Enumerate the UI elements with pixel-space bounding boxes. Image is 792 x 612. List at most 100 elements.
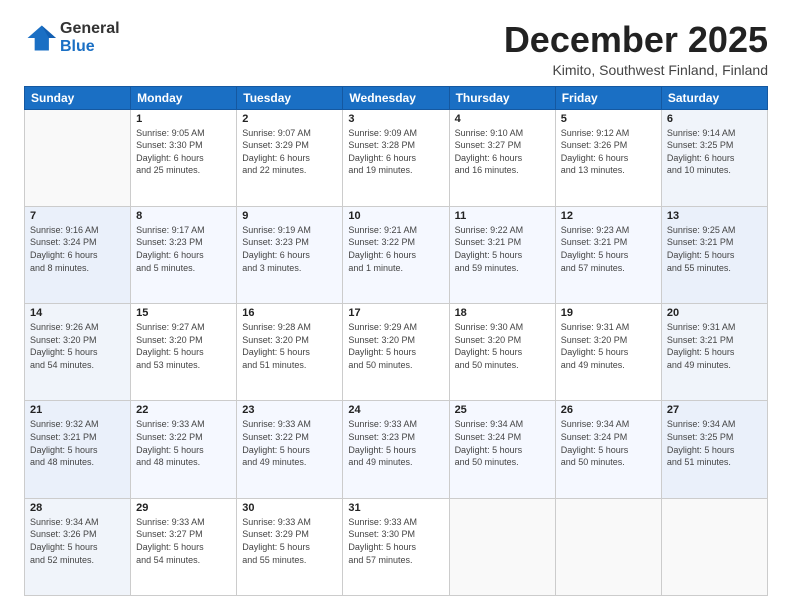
day-number: 23 bbox=[242, 404, 337, 416]
logo: General Blue bbox=[24, 20, 120, 55]
table-row: 23 Sunrise: 9:33 AMSunset: 3:22 PMDayligh… bbox=[237, 401, 343, 498]
day-number: 22 bbox=[136, 404, 231, 416]
table-row: 3Sunrise: 9:09 AMSunset: 3:28 PMDaylight… bbox=[343, 109, 449, 206]
day-number: 27 bbox=[667, 404, 762, 416]
day-info: Sunrise: 9:31 AMSunset: 3:21 PMDaylight:… bbox=[667, 321, 762, 371]
day-number: 29 bbox=[136, 502, 231, 514]
header-sunday: Sunday bbox=[25, 86, 131, 109]
day-info: Sunrise: 9:33 AMSunset: 3:22 PMDaylight:… bbox=[242, 418, 337, 468]
day-info: Sunrise: 9:32 AMSunset: 3:21 PMDaylight:… bbox=[30, 418, 125, 468]
day-number: 4 bbox=[455, 113, 550, 125]
day-info: Sunrise: 9:19 AMSunset: 3:23 PMDaylight:… bbox=[242, 224, 337, 274]
day-number: 13 bbox=[667, 210, 762, 222]
table-row: 14Sunrise: 9:26 AMSunset: 3:20 PMDayligh… bbox=[25, 304, 131, 401]
day-info: Sunrise: 9:34 AMSunset: 3:26 PMDaylight:… bbox=[30, 516, 125, 566]
table-row: 10 Sunrise: 9:21 AMSunset: 3:22 PMDayligh… bbox=[343, 206, 449, 303]
title-block: December 2025 Kimito, Southwest Finland,… bbox=[504, 20, 768, 78]
calendar-week-row: 21 Sunrise: 9:32 AMSunset: 3:21 PMDayligh… bbox=[25, 401, 768, 498]
calendar-header-row: Sunday Monday Tuesday Wednesday Thursday… bbox=[25, 86, 768, 109]
day-number: 28 bbox=[30, 502, 125, 514]
table-row: 21 Sunrise: 9:32 AMSunset: 3:21 PMDayligh… bbox=[25, 401, 131, 498]
day-number: 8 bbox=[136, 210, 231, 222]
table-row bbox=[25, 109, 131, 206]
day-number: 18 bbox=[455, 307, 550, 319]
table-row: 28 Sunrise: 9:34 AMSunset: 3:26 PMDayligh… bbox=[25, 498, 131, 595]
logo-blue-text: Blue bbox=[60, 38, 120, 56]
table-row: 4 Sunrise: 9:10 AMSunset: 3:27 PMDaylight… bbox=[449, 109, 555, 206]
table-row bbox=[661, 498, 767, 595]
day-number: 11 bbox=[455, 210, 550, 222]
day-number: 14 bbox=[30, 307, 125, 319]
table-row: 7 Sunrise: 9:16 AMSunset: 3:24 PMDaylight… bbox=[25, 206, 131, 303]
day-info: Sunrise: 9:22 AMSunset: 3:21 PMDaylight:… bbox=[455, 224, 550, 274]
day-number: 7 bbox=[30, 210, 125, 222]
day-info: Sunrise: 9:34 AMSunset: 3:24 PMDaylight:… bbox=[561, 418, 656, 468]
table-row: 24Sunrise: 9:33 AMSunset: 3:23 PMDayligh… bbox=[343, 401, 449, 498]
day-number: 24 bbox=[348, 404, 443, 416]
day-number: 6 bbox=[667, 113, 762, 125]
table-row: 29 Sunrise: 9:33 AMSunset: 3:27 PMDayligh… bbox=[131, 498, 237, 595]
header-monday: Monday bbox=[131, 86, 237, 109]
table-row: 2Sunrise: 9:07 AMSunset: 3:29 PMDaylight… bbox=[237, 109, 343, 206]
calendar-week-row: 14Sunrise: 9:26 AMSunset: 3:20 PMDayligh… bbox=[25, 304, 768, 401]
day-info: Sunrise: 9:17 AMSunset: 3:23 PMDaylight:… bbox=[136, 224, 231, 274]
table-row: 8 Sunrise: 9:17 AMSunset: 3:23 PMDaylight… bbox=[131, 206, 237, 303]
month-title: December 2025 bbox=[504, 20, 768, 60]
day-number: 12 bbox=[561, 210, 656, 222]
logo-text: General Blue bbox=[60, 20, 120, 55]
day-number: 26 bbox=[561, 404, 656, 416]
day-info: Sunrise: 9:23 AMSunset: 3:21 PMDaylight:… bbox=[561, 224, 656, 274]
day-number: 9 bbox=[242, 210, 337, 222]
calendar-week-row: 28 Sunrise: 9:34 AMSunset: 3:26 PMDayligh… bbox=[25, 498, 768, 595]
day-info: Sunrise: 9:10 AMSunset: 3:27 PMDaylight:… bbox=[455, 127, 550, 177]
table-row: 26 Sunrise: 9:34 AMSunset: 3:24 PMDayligh… bbox=[555, 401, 661, 498]
day-number: 16 bbox=[242, 307, 337, 319]
day-info: Sunrise: 9:27 AMSunset: 3:20 PMDaylight:… bbox=[136, 321, 231, 371]
day-info: Sunrise: 9:34 AMSunset: 3:24 PMDaylight:… bbox=[455, 418, 550, 468]
day-info: Sunrise: 9:07 AMSunset: 3:29 PMDaylight:… bbox=[242, 127, 337, 177]
day-number: 31 bbox=[348, 502, 443, 514]
day-number: 15 bbox=[136, 307, 231, 319]
day-info: Sunrise: 9:16 AMSunset: 3:24 PMDaylight:… bbox=[30, 224, 125, 274]
day-info: Sunrise: 9:33 AMSunset: 3:29 PMDaylight:… bbox=[242, 516, 337, 566]
location-subtitle: Kimito, Southwest Finland, Finland bbox=[504, 62, 768, 78]
header-friday: Friday bbox=[555, 86, 661, 109]
day-info: Sunrise: 9:29 AMSunset: 3:20 PMDaylight:… bbox=[348, 321, 443, 371]
table-row: 16 Sunrise: 9:28 AMSunset: 3:20 PMDayligh… bbox=[237, 304, 343, 401]
table-row: 12 Sunrise: 9:23 AMSunset: 3:21 PMDayligh… bbox=[555, 206, 661, 303]
day-info: Sunrise: 9:34 AMSunset: 3:25 PMDaylight:… bbox=[667, 418, 762, 468]
table-row: 17 Sunrise: 9:29 AMSunset: 3:20 PMDayligh… bbox=[343, 304, 449, 401]
day-info: Sunrise: 9:09 AMSunset: 3:28 PMDaylight:… bbox=[348, 127, 443, 177]
table-row: 19Sunrise: 9:31 AMSunset: 3:20 PMDayligh… bbox=[555, 304, 661, 401]
day-number: 19 bbox=[561, 307, 656, 319]
day-number: 30 bbox=[242, 502, 337, 514]
table-row: 13Sunrise: 9:25 AMSunset: 3:21 PMDayligh… bbox=[661, 206, 767, 303]
table-row: 18Sunrise: 9:30 AMSunset: 3:20 PMDayligh… bbox=[449, 304, 555, 401]
table-row: 25Sunrise: 9:34 AMSunset: 3:24 PMDayligh… bbox=[449, 401, 555, 498]
table-row: 5Sunrise: 9:12 AMSunset: 3:26 PMDaylight… bbox=[555, 109, 661, 206]
page: General Blue December 2025 Kimito, South… bbox=[0, 0, 792, 612]
header-tuesday: Tuesday bbox=[237, 86, 343, 109]
day-number: 5 bbox=[561, 113, 656, 125]
day-info: Sunrise: 9:14 AMSunset: 3:25 PMDaylight:… bbox=[667, 127, 762, 177]
day-info: Sunrise: 9:21 AMSunset: 3:22 PMDaylight:… bbox=[348, 224, 443, 274]
table-row: 22 Sunrise: 9:33 AMSunset: 3:22 PMDayligh… bbox=[131, 401, 237, 498]
header: General Blue December 2025 Kimito, South… bbox=[24, 20, 768, 78]
day-number: 1 bbox=[136, 113, 231, 125]
table-row: 1 Sunrise: 9:05 AMSunset: 3:30 PMDaylight… bbox=[131, 109, 237, 206]
day-number: 17 bbox=[348, 307, 443, 319]
header-saturday: Saturday bbox=[661, 86, 767, 109]
calendar-table: Sunday Monday Tuesday Wednesday Thursday… bbox=[24, 86, 768, 596]
day-info: Sunrise: 9:05 AMSunset: 3:30 PMDaylight:… bbox=[136, 127, 231, 177]
day-number: 21 bbox=[30, 404, 125, 416]
day-number: 20 bbox=[667, 307, 762, 319]
day-info: Sunrise: 9:33 AMSunset: 3:27 PMDaylight:… bbox=[136, 516, 231, 566]
day-info: Sunrise: 9:33 AMSunset: 3:30 PMDaylight:… bbox=[348, 516, 443, 566]
calendar-week-row: 7 Sunrise: 9:16 AMSunset: 3:24 PMDaylight… bbox=[25, 206, 768, 303]
table-row: 20 Sunrise: 9:31 AMSunset: 3:21 PMDayligh… bbox=[661, 304, 767, 401]
day-info: Sunrise: 9:28 AMSunset: 3:20 PMDaylight:… bbox=[242, 321, 337, 371]
day-number: 10 bbox=[348, 210, 443, 222]
day-info: Sunrise: 9:33 AMSunset: 3:22 PMDaylight:… bbox=[136, 418, 231, 468]
logo-icon bbox=[24, 22, 56, 54]
table-row: 30 Sunrise: 9:33 AMSunset: 3:29 PMDayligh… bbox=[237, 498, 343, 595]
